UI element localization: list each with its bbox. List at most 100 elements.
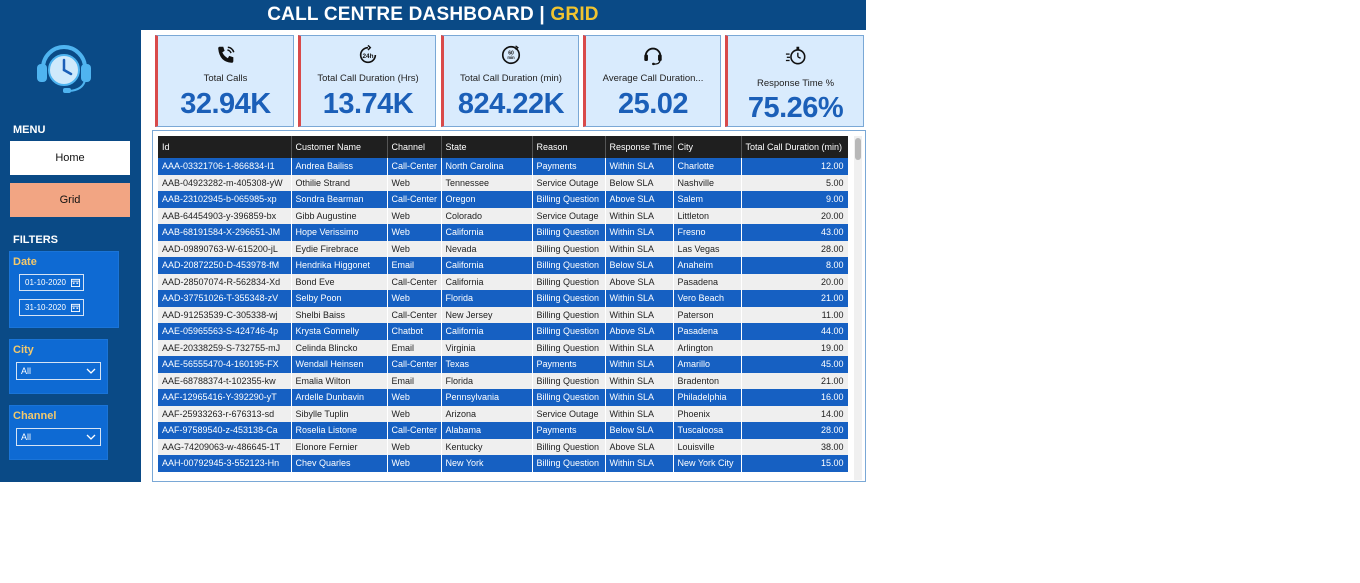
table-cell: California (441, 273, 533, 290)
table-cell: Hendrika Higgonet (291, 257, 388, 274)
channel-filter: Channel All (9, 405, 108, 460)
table-cell: Las Vegas (673, 240, 742, 257)
city-select-value: All (21, 366, 32, 376)
table-cell: 21.00 (741, 290, 848, 307)
table-cell: Below SLA (605, 257, 674, 274)
table-cell: 15.00 (741, 455, 848, 472)
kpi-total-call-duration-hrs: 24h Total Call Duration (Hrs) 13.74K (298, 35, 436, 127)
table-cell: Call-Center (387, 191, 442, 208)
column-header[interactable]: State (441, 136, 533, 158)
table-cell: AAB-23102945-b-065985-xp (158, 191, 292, 208)
table-row[interactable]: AAH-00792945-3-552123-Hn Chev Quarles Web N… (158, 455, 848, 472)
table-cell: Billing Question (532, 240, 606, 257)
table-cell: Pasadena (673, 273, 742, 290)
table-cell: Call-Center (387, 356, 442, 373)
table-cell: Elonore Fernier (291, 438, 388, 455)
page-title: CALL CENTRE DASHBOARD | GRID (0, 0, 866, 30)
chevron-down-icon (86, 434, 96, 440)
calendar-icon[interactable] (71, 303, 80, 312)
table-cell: 11.00 (741, 306, 848, 323)
column-header[interactable]: Channel (387, 136, 442, 158)
table-body: AAA-03321706-1-866834-I1 Andrea Bailiss Ca… (158, 158, 848, 472)
table-cell: Billing Question (532, 389, 606, 406)
table-cell: Sibylle Tuplin (291, 405, 388, 422)
table-cell: Alabama (441, 422, 533, 439)
table-row[interactable]: AAA-03321706-1-866834-I1 Andrea Bailiss Ca… (158, 158, 848, 175)
table-cell: Above SLA (605, 191, 674, 208)
channel-select[interactable]: All (16, 428, 101, 446)
table-cell: Web (387, 389, 442, 406)
date-from-input[interactable]: 01-10-2020 (19, 274, 84, 291)
table-cell: Billing Question (532, 224, 606, 241)
table-cell: AAG-74209063-w-486645-1T (158, 438, 292, 455)
table-cell: Call-Center (387, 422, 442, 439)
scrollbar-thumb[interactable] (855, 138, 861, 160)
table-row[interactable]: AAE-68788374-t-102355-kw Emalia Wilton Ema… (158, 372, 848, 389)
table-cell: Web (387, 207, 442, 224)
calendar-icon[interactable] (71, 278, 80, 287)
table-row[interactable]: AAF-25933263-r-676313-sd Sibylle Tuplin We… (158, 405, 848, 422)
table-cell: Billing Question (532, 372, 606, 389)
table-row[interactable]: AAD-20872250-D-453978-fM Hendrika Higgone… (158, 257, 848, 274)
table-cell: Within SLA (605, 240, 674, 257)
phone-ringing-icon (217, 46, 234, 63)
column-header[interactable]: Customer Name (291, 136, 388, 158)
menu-label: MENU (13, 124, 46, 136)
table-row[interactable]: AAF-97589540-z-453138-Ca Roselia Listone C… (158, 422, 848, 439)
kpi-value: 32.94K (180, 88, 271, 120)
table-scrollbar[interactable] (854, 136, 862, 480)
channel-select-value: All (21, 432, 32, 442)
table-cell: AAE-20338259-S-732755-mJ (158, 339, 292, 356)
date-to-value: 31-10-2020 (25, 303, 66, 312)
table-cell: Sondra Bearman (291, 191, 388, 208)
table-cell: 5.00 (741, 174, 848, 191)
table-row[interactable]: AAE-05965563-S-424746-4p Krysta Gonnelly C… (158, 323, 848, 340)
kpi-value: 824.22K (457, 88, 565, 120)
table-row[interactable]: AAD-28507074-R-562834-Xd Bond Eve Call-Cen… (158, 273, 848, 290)
table-cell: AAH-00792945-3-552123-Hn (158, 455, 292, 472)
table-cell: Bradenton (673, 372, 742, 389)
table-cell: 19.00 (741, 339, 848, 356)
table-cell: Web (387, 455, 442, 472)
table-row[interactable]: AAD-09890763-W-615200-jL Eydie Firebrace W… (158, 240, 848, 257)
table-cell: Nevada (441, 240, 533, 257)
table-cell: Within SLA (605, 339, 674, 356)
table-cell: California (441, 323, 533, 340)
table-cell: 16.00 (741, 389, 848, 406)
column-header[interactable]: Reason (532, 136, 606, 158)
table-row[interactable]: AAD-91253539-C-305338-wj Shelbi Baiss Call… (158, 306, 848, 323)
table-cell: Above SLA (605, 273, 674, 290)
table-row[interactable]: AAB-23102945-b-065985-xp Sondra Bearman Ca… (158, 191, 848, 208)
date-to-input[interactable]: 31-10-2020 (19, 299, 84, 316)
home-button[interactable]: Home (10, 141, 130, 175)
table-row[interactable]: AAB-64454903-y-396859-bx Gibb Augustine We… (158, 207, 848, 224)
table-row[interactable]: AAB-04923282-m-405308-yW Othilie Strand We… (158, 174, 848, 191)
table-cell: Web (387, 438, 442, 455)
table-cell: 20.00 (741, 207, 848, 224)
column-header[interactable]: Response Time (605, 136, 674, 158)
column-header[interactable]: City (673, 136, 742, 158)
table-cell: Within SLA (605, 356, 674, 373)
column-header[interactable]: Id (158, 136, 292, 158)
table-row[interactable]: AAF-12965416-Y-392290-yT Ardelle Dunbavin… (158, 389, 848, 406)
table-row[interactable]: AAE-56555470-4-160195-FX Wendall Heinsen C… (158, 356, 848, 373)
table-cell: AAE-68788374-t-102355-kw (158, 372, 292, 389)
table-cell: Roselia Listone (291, 422, 388, 439)
column-header[interactable]: Total Call Duration (min) (741, 136, 848, 158)
table-cell: Payments (532, 356, 606, 373)
table-row[interactable]: AAB-68191584-X-296651-JM Hope Verissimo We… (158, 224, 848, 241)
city-select[interactable]: All (16, 362, 101, 380)
table-row[interactable]: AAE-20338259-S-732755-mJ Celinda Blincko E… (158, 339, 848, 356)
table-cell: Web (387, 405, 442, 422)
table-cell: 28.00 (741, 240, 848, 257)
calls-table-wrap[interactable]: Id Customer Name Channel State Reason Respons… (158, 136, 848, 481)
grid-button[interactable]: Grid (10, 183, 130, 217)
table-cell: AAE-05965563-S-424746-4p (158, 323, 292, 340)
table-row[interactable]: AAG-74209063-w-486645-1T Elonore Fernier W… (158, 438, 848, 455)
table-cell: New York (441, 455, 533, 472)
table-cell: Service Outage (532, 207, 606, 224)
table-cell: Phoenix (673, 405, 742, 422)
table-cell: AAE-56555470-4-160195-FX (158, 356, 292, 373)
table-cell: Billing Question (532, 438, 606, 455)
table-row[interactable]: AAD-37751026-T-355348-zV Selby Poon Web Flo… (158, 290, 848, 307)
